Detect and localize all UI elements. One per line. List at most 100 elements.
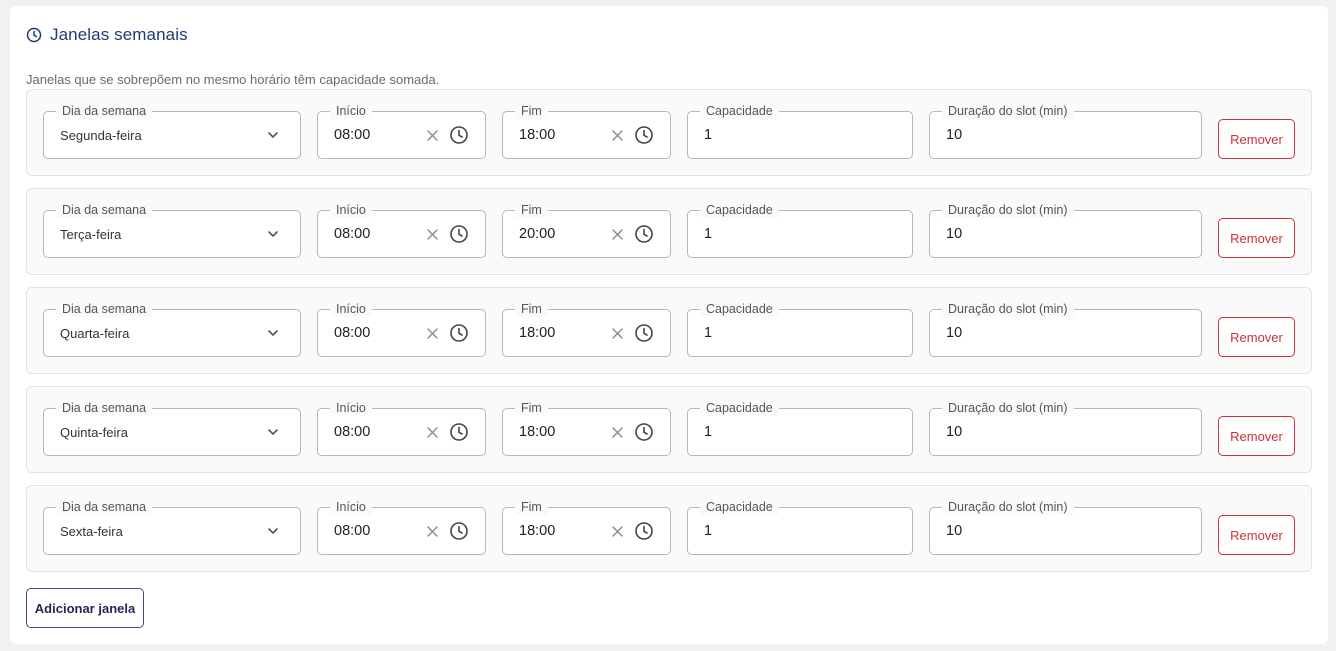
duration-label: Duração do slot (min) — [942, 400, 1074, 416]
remove-button[interactable]: Remover — [1218, 119, 1295, 159]
close-icon[interactable] — [611, 525, 624, 538]
close-icon[interactable] — [611, 228, 624, 241]
start-time-input[interactable]: Início 08:00 — [317, 499, 486, 555]
capacity-value: 1 — [704, 127, 713, 143]
clock-icon[interactable] — [634, 224, 654, 244]
duration-label: Duração do slot (min) — [942, 202, 1074, 218]
end-time-input[interactable]: Fim 20:00 — [502, 202, 671, 258]
end-label: Fim — [515, 202, 548, 218]
start-time-input[interactable]: Início 08:00 — [317, 202, 486, 258]
section-header: Janelas semanais — [26, 24, 188, 46]
end-value: 18:00 — [519, 127, 556, 143]
weekly-windows-card: Janelas semanais Janelas que se sobrepõe… — [10, 6, 1328, 644]
day-select[interactable]: Dia da semana Segunda-feira — [43, 103, 301, 159]
end-label: Fim — [515, 301, 548, 317]
clock-icon — [26, 27, 42, 43]
clock-icon[interactable] — [634, 521, 654, 541]
start-time-input[interactable]: Início 08:00 — [317, 301, 486, 357]
window-row: Dia da semana Terça-feira Início 08:00 F… — [26, 188, 1312, 275]
close-icon[interactable] — [426, 525, 439, 538]
section-title: Janelas semanais — [50, 25, 188, 44]
close-icon[interactable] — [426, 327, 439, 340]
window-row: Dia da semana Quinta-feira Início 08:00 … — [26, 386, 1312, 473]
end-label: Fim — [515, 499, 548, 515]
capacity-label: Capacidade — [700, 400, 779, 416]
day-label: Dia da semana — [56, 103, 153, 119]
end-time-input[interactable]: Fim 18:00 — [502, 400, 671, 456]
remove-button[interactable]: Remover — [1218, 515, 1295, 555]
duration-value: 10 — [946, 325, 963, 341]
remove-button[interactable]: Remover — [1218, 317, 1295, 357]
chevron-down-icon — [268, 330, 278, 336]
day-label: Dia da semana — [56, 202, 153, 218]
clock-icon[interactable] — [449, 422, 469, 442]
slot-duration-input[interactable]: Duração do slot (min) 10 — [929, 202, 1202, 258]
capacity-value: 1 — [704, 523, 713, 539]
capacity-input[interactable]: Capacidade 1 — [687, 499, 913, 555]
duration-value: 10 — [946, 226, 963, 242]
clock-icon[interactable] — [634, 125, 654, 145]
add-window-button[interactable]: Adicionar janela — [26, 588, 144, 628]
capacity-input[interactable]: Capacidade 1 — [687, 400, 913, 456]
close-icon[interactable] — [611, 129, 624, 142]
duration-label: Duração do slot (min) — [942, 499, 1074, 515]
chevron-down-icon — [268, 132, 278, 138]
end-time-input[interactable]: Fim 18:00 — [502, 301, 671, 357]
remove-button[interactable]: Remover — [1218, 218, 1295, 258]
start-value: 08:00 — [334, 424, 371, 440]
clock-icon[interactable] — [449, 521, 469, 541]
end-time-input[interactable]: Fim 18:00 — [502, 103, 671, 159]
start-label: Início — [330, 301, 372, 317]
capacity-input[interactable]: Capacidade 1 — [687, 202, 913, 258]
clock-icon[interactable] — [634, 323, 654, 343]
day-value: Sexta-feira — [60, 524, 123, 539]
chevron-down-icon — [268, 429, 278, 435]
chevron-down-icon — [268, 231, 278, 237]
day-select[interactable]: Dia da semana Sexta-feira — [43, 499, 301, 555]
duration-label: Duração do slot (min) — [942, 103, 1074, 119]
end-value: 18:00 — [519, 325, 556, 341]
close-icon[interactable] — [426, 228, 439, 241]
end-value: 20:00 — [519, 226, 556, 242]
slot-duration-input[interactable]: Duração do slot (min) 10 — [929, 301, 1202, 357]
day-label: Dia da semana — [56, 301, 153, 317]
capacity-label: Capacidade — [700, 499, 779, 515]
end-time-input[interactable]: Fim 18:00 — [502, 499, 671, 555]
day-select[interactable]: Dia da semana Terça-feira — [43, 202, 301, 258]
slot-duration-input[interactable]: Duração do slot (min) 10 — [929, 400, 1202, 456]
start-value: 08:00 — [334, 325, 371, 341]
close-icon[interactable] — [611, 426, 624, 439]
day-value: Quarta-feira — [60, 326, 130, 341]
slot-duration-input[interactable]: Duração do slot (min) 10 — [929, 103, 1202, 159]
end-value: 18:00 — [519, 523, 556, 539]
day-select[interactable]: Dia da semana Quinta-feira — [43, 400, 301, 456]
capacity-input[interactable]: Capacidade 1 — [687, 103, 913, 159]
window-row: Dia da semana Quarta-feira Início 08:00 … — [26, 287, 1312, 374]
start-time-input[interactable]: Início 08:00 — [317, 400, 486, 456]
start-time-input[interactable]: Início 08:00 — [317, 103, 486, 159]
clock-icon[interactable] — [634, 422, 654, 442]
clock-icon[interactable] — [449, 125, 469, 145]
clock-icon[interactable] — [449, 323, 469, 343]
duration-value: 10 — [946, 523, 963, 539]
day-label: Dia da semana — [56, 400, 153, 416]
capacity-value: 1 — [704, 325, 713, 341]
clock-icon[interactable] — [449, 224, 469, 244]
slot-duration-input[interactable]: Duração do slot (min) 10 — [929, 499, 1202, 555]
day-select[interactable]: Dia da semana Quarta-feira — [43, 301, 301, 357]
close-icon[interactable] — [426, 426, 439, 439]
start-value: 08:00 — [334, 127, 371, 143]
start-value: 08:00 — [334, 523, 371, 539]
remove-button[interactable]: Remover — [1218, 416, 1295, 456]
chevron-down-icon — [268, 528, 278, 534]
day-value: Terça-feira — [60, 227, 122, 242]
capacity-label: Capacidade — [700, 301, 779, 317]
duration-value: 10 — [946, 424, 963, 440]
capacity-value: 1 — [704, 424, 713, 440]
start-label: Início — [330, 103, 372, 119]
close-icon[interactable] — [426, 129, 439, 142]
close-icon[interactable] — [611, 327, 624, 340]
capacity-label: Capacidade — [700, 103, 779, 119]
day-value: Segunda-feira — [60, 128, 142, 143]
capacity-input[interactable]: Capacidade 1 — [687, 301, 913, 357]
